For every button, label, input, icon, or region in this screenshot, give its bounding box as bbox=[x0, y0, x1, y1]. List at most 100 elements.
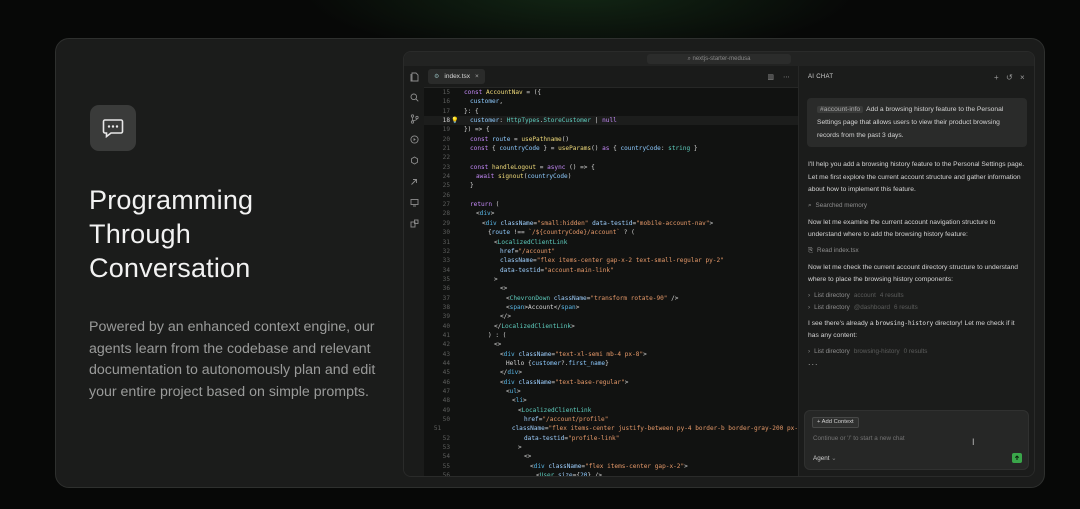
line-number: 16 bbox=[442, 98, 450, 106]
run-debug-icon[interactable] bbox=[404, 129, 424, 150]
code-line[interactable]: 29 <div className="small:hidden" data-tes… bbox=[424, 219, 798, 228]
line-number: 21 bbox=[442, 145, 450, 153]
code-line[interactable]: 21 const { countryCode } = useParams() as… bbox=[424, 144, 798, 153]
code-line[interactable]: 24 await signout(countryCode) bbox=[424, 172, 798, 181]
remote-icon[interactable] bbox=[404, 192, 424, 213]
code-line[interactable]: 15 const AccountNav = ({ bbox=[424, 88, 798, 97]
code-line[interactable]: 22 bbox=[424, 153, 798, 162]
code-line[interactable]: 56 <User size={20} /> bbox=[424, 471, 798, 477]
code-text: </LocalizedClientLink> bbox=[494, 322, 575, 330]
extensions-icon[interactable] bbox=[404, 150, 424, 171]
agent-mode-select[interactable]: Agent ⌄ bbox=[813, 455, 837, 462]
code-line[interactable]: 37 <ChevronDown className="transform rota… bbox=[424, 294, 798, 303]
code-text: const route = usePathname() bbox=[470, 135, 570, 143]
code-line[interactable]: 20 const route = usePathname() bbox=[424, 135, 798, 144]
code-line[interactable]: 16 customer, bbox=[424, 97, 798, 106]
code-line[interactable]: 32 href="/account" bbox=[424, 247, 798, 256]
code-line[interactable]: 47 <ul> bbox=[424, 387, 798, 396]
code-line[interactable]: 34 data-testid="account-main-link" bbox=[424, 266, 798, 275]
new-chat-icon[interactable]: + bbox=[994, 73, 999, 82]
add-context-button[interactable]: + Add Context bbox=[812, 417, 859, 428]
code-line[interactable]: 25} bbox=[424, 181, 798, 190]
code-line[interactable]: 41) : ( bbox=[424, 331, 798, 340]
code-text: <User size={20} /> bbox=[536, 472, 603, 477]
code-line[interactable]: 35 > bbox=[424, 275, 798, 284]
chat-input[interactable] bbox=[813, 435, 973, 442]
tool-call[interactable]: ⎘ Read index.tsx bbox=[808, 247, 1025, 255]
code-text: <> bbox=[494, 341, 502, 349]
message-text: I see there's already a bbox=[808, 319, 874, 327]
code-line[interactable]: 19}) => { bbox=[424, 125, 798, 134]
history-icon[interactable]: ↺ bbox=[1006, 73, 1013, 82]
code-line[interactable]: 38 <span>Account</span> bbox=[424, 303, 798, 312]
title-bar: ⌕ nextjs-starter-medusa bbox=[404, 52, 1034, 66]
code-line[interactable]: 45 </div> bbox=[424, 368, 798, 377]
code-text: </> bbox=[500, 313, 512, 321]
search-icon[interactable] bbox=[404, 87, 424, 108]
code-line[interactable]: 31 <LocalizedClientLink bbox=[424, 238, 798, 247]
tab-index-tsx[interactable]: ⚙ index.tsx × bbox=[428, 69, 485, 84]
split-editor-icon[interactable]: ▥ bbox=[767, 73, 774, 81]
code-line[interactable]: 53 > bbox=[424, 443, 798, 452]
close-icon[interactable]: × bbox=[475, 73, 479, 80]
code-line[interactable]: 42 <> bbox=[424, 340, 798, 349]
more-icon[interactable]: ⋯ bbox=[783, 73, 790, 81]
headline-line: Programming bbox=[89, 185, 254, 215]
gutter bbox=[450, 97, 460, 106]
code-line[interactable]: 40 </LocalizedClientLink> bbox=[424, 322, 798, 331]
gutter bbox=[450, 284, 460, 293]
code-line[interactable]: 50 href="/account/profile" bbox=[424, 415, 798, 424]
code-line[interactable]: 48 <li> bbox=[424, 396, 798, 405]
code-line[interactable]: 23 const handleLogout = async () => { bbox=[424, 163, 798, 172]
assistant-message: I see there's already a browsing-history… bbox=[808, 318, 1025, 343]
files-icon[interactable] bbox=[404, 66, 424, 87]
code-line[interactable]: 52 data-testid="profile-link" bbox=[424, 434, 798, 443]
code-text: className="flex items-center justify-bet… bbox=[511, 425, 798, 433]
code-text: > bbox=[518, 444, 522, 452]
gutter bbox=[450, 359, 460, 368]
lightbulb-icon[interactable]: 💡 bbox=[450, 116, 460, 125]
send-button[interactable] bbox=[1012, 453, 1022, 463]
command-center[interactable]: ⌕ nextjs-starter-medusa bbox=[647, 54, 791, 64]
chat-transcript: I'll help you add a browsing history fea… bbox=[799, 159, 1034, 367]
code-line[interactable]: 36 <> bbox=[424, 284, 798, 293]
code-line[interactable]: 54 <> bbox=[424, 452, 798, 461]
tool-call[interactable]: › List directory browsing-history 0 resu… bbox=[808, 348, 1025, 355]
code-line[interactable]: 17}: { bbox=[424, 107, 798, 116]
line-number: 42 bbox=[442, 341, 450, 349]
code-line[interactable]: 26 bbox=[424, 191, 798, 200]
code-line[interactable]: 27 return ( bbox=[424, 200, 798, 209]
tool-call[interactable]: ⌕ Searched memory bbox=[808, 202, 1025, 210]
tool-call[interactable]: › List directory @dashboard 6 results bbox=[808, 304, 1025, 311]
deploy-icon[interactable] bbox=[404, 171, 424, 192]
headline-line: Through bbox=[89, 219, 191, 249]
code-line[interactable]: 55 <div className="flex items-center gap-… bbox=[424, 462, 798, 471]
code-line[interactable]: 43 <div className="text-xl-semi mb-4 px-8… bbox=[424, 350, 798, 359]
code-line[interactable]: 18 💡 customer: HttpTypes.StoreCustomer | n… bbox=[424, 116, 798, 126]
source-control-icon[interactable] bbox=[404, 108, 424, 129]
close-icon[interactable]: × bbox=[1020, 73, 1025, 82]
line-number: 38 bbox=[442, 303, 450, 311]
tool-label: List directory bbox=[814, 303, 850, 311]
code-line[interactable]: 51 className="flex items-center justify-b… bbox=[424, 424, 798, 433]
code-line[interactable]: 46 <div className="text-base-regular"> bbox=[424, 378, 798, 387]
tool-label: List directory bbox=[814, 347, 850, 355]
code-line[interactable]: 33 className="flex items-center gap-x-2 t… bbox=[424, 256, 798, 265]
code-line[interactable]: 28 <div> bbox=[424, 209, 798, 218]
headline-line: Conversation bbox=[89, 253, 251, 283]
code-line[interactable]: 39 </> bbox=[424, 312, 798, 321]
gutter bbox=[450, 331, 460, 340]
code-area[interactable]: 15 const AccountNav = ({16 customer, 17}: {… bbox=[424, 88, 798, 476]
line-number: 27 bbox=[442, 201, 450, 209]
tool-call[interactable]: › List directory account 4 results bbox=[808, 292, 1025, 299]
code-line[interactable]: 49 <LocalizedClientLink bbox=[424, 406, 798, 415]
packages-icon[interactable] bbox=[404, 213, 424, 234]
code-line[interactable]: 30 {route !== `/${countryCode}/account` ?… bbox=[424, 228, 798, 237]
code-text: const handleLogout = async () => { bbox=[470, 163, 595, 171]
code-line[interactable]: 44 Hello {customer?.first_name} bbox=[424, 359, 798, 368]
context-mention[interactable]: #account-info bbox=[817, 106, 864, 113]
code-text: > bbox=[494, 275, 498, 283]
line-number: 47 bbox=[442, 388, 450, 395]
line-number: 49 bbox=[442, 406, 450, 414]
